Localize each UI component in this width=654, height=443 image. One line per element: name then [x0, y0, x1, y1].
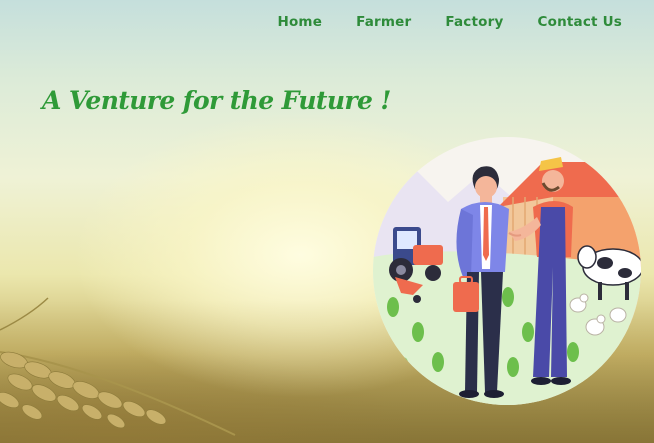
wheat-stalk-icon: [0, 297, 236, 436]
main-nav: Home Farmer Factory Contact Us: [277, 14, 622, 30]
farmer-businessman-illustration: [373, 137, 641, 405]
nav-home[interactable]: Home: [277, 14, 322, 30]
briefcase-icon: [453, 282, 479, 312]
nav-contact-us[interactable]: Contact Us: [537, 14, 622, 30]
nav-farmer[interactable]: Farmer: [356, 14, 411, 30]
nav-factory[interactable]: Factory: [445, 14, 503, 30]
hero-tagline: A Venture for the Future !: [42, 86, 391, 115]
